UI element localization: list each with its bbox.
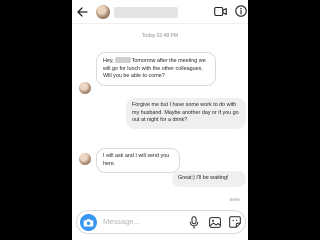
- video-camera-icon[interactable]: [214, 6, 227, 17]
- info-icon[interactable]: [235, 5, 247, 17]
- message-text: Great:) I'll be waiting!: [178, 175, 229, 181]
- gallery-icon[interactable]: [209, 217, 221, 228]
- contact-avatar[interactable]: [96, 5, 110, 19]
- message-composer[interactable]: Message...: [76, 210, 246, 234]
- message-incoming[interactable]: I will ask and I will send you here.: [96, 148, 180, 173]
- message-outgoing[interactable]: Great:) I'll be waiting!: [172, 171, 246, 187]
- redacted-name: [114, 57, 131, 63]
- sender-avatar[interactable]: [79, 153, 91, 165]
- message-text: Forgive me but I have some work to do wi…: [132, 102, 239, 123]
- sender-avatar[interactable]: [79, 82, 91, 94]
- contact-name-redacted[interactable]: [114, 7, 178, 18]
- message-text: I will ask and I will send you here.: [103, 153, 170, 167]
- chat-header: [72, 0, 248, 24]
- conversation-timestamp: Today 02:48 PM: [141, 33, 179, 39]
- camera-icon: [83, 219, 94, 227]
- dm-screen: Today 02:48 PM Hey, Tomorrow after the me…: [72, 0, 248, 240]
- message-outgoing[interactable]: Forgive me but I have some work to do wi…: [126, 98, 246, 129]
- message-input[interactable]: Message...: [103, 217, 140, 226]
- seen-status: Seen: [229, 197, 240, 202]
- microphone-icon[interactable]: [189, 216, 199, 229]
- camera-button[interactable]: [80, 214, 97, 231]
- message-incoming[interactable]: Hey, Tomorrow after the meeting we will g…: [96, 52, 216, 86]
- letterbox-left: [0, 0, 72, 240]
- letterbox-right: [248, 0, 320, 240]
- message-text-start: Hey,: [103, 58, 114, 64]
- sticker-icon[interactable]: [229, 216, 241, 228]
- arrow-left-icon[interactable]: [76, 6, 88, 18]
